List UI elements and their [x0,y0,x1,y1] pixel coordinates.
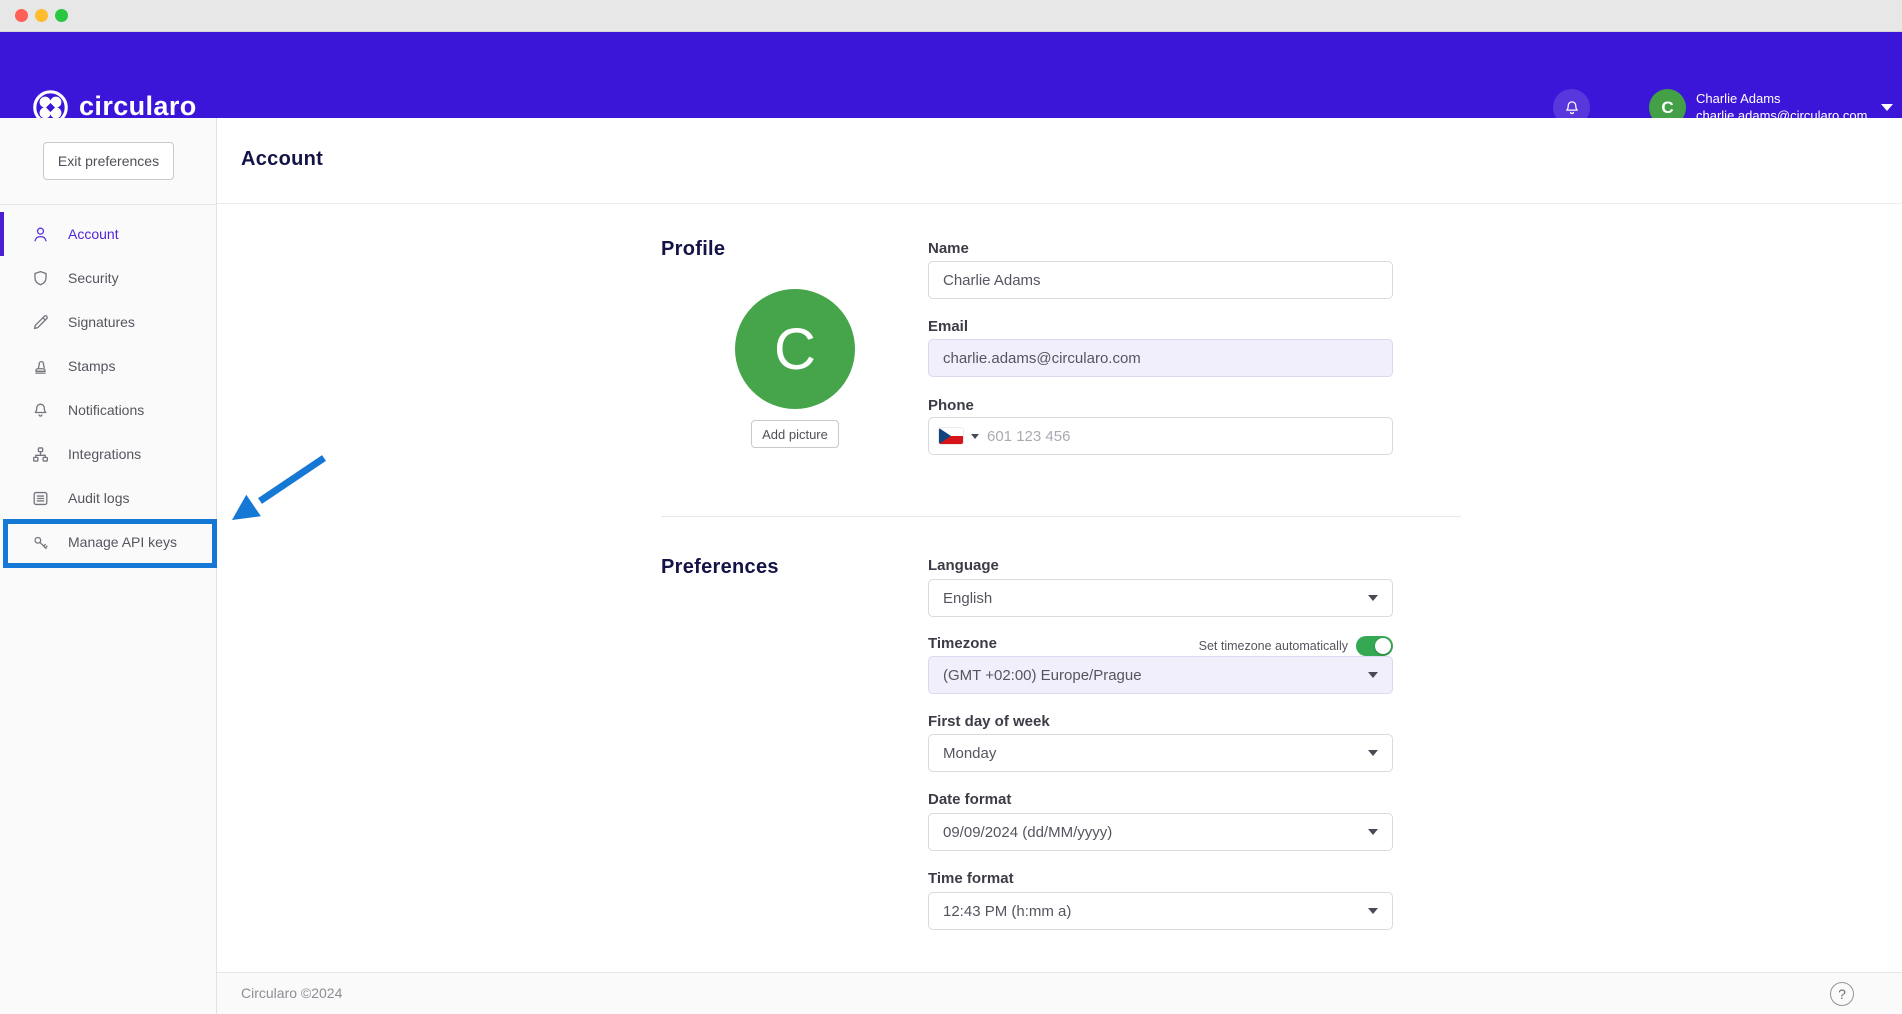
sidebar-nav: Account Security Signatures Stamps Notif… [0,212,216,564]
sidebar-item-notifications[interactable]: Notifications [0,388,216,432]
page-title: Account [241,148,323,171]
chevron-down-icon [1881,104,1893,111]
page-header: Account [217,118,1902,204]
sidebar-item-label: Integrations [68,446,141,462]
sidebar-item-label: Manage API keys [68,534,177,550]
preferences-section-heading: Preferences [661,556,779,579]
sidebar-item-audit-logs[interactable]: Audit logs [0,476,216,520]
maximize-window-button[interactable] [55,9,68,22]
first-day-of-week-value: Monday [943,745,996,762]
set-timezone-automatically-toggle[interactable] [1356,636,1393,656]
first-day-of-week-select[interactable]: Monday [928,734,1393,772]
time-format-label: Time format [928,870,1014,887]
time-format-value: 12:43 PM (h:mm a) [943,903,1071,920]
sidebar-item-label: Security [68,270,119,286]
phone-label: Phone [928,397,974,414]
sidebar-item-integrations[interactable]: Integrations [0,432,216,476]
user-icon [30,224,51,245]
sidebar-item-label: Account [68,226,119,242]
active-indicator [0,212,4,256]
app-window: circularo C Charlie Adams charlie.adams@… [0,0,1902,1014]
sidebar-divider [0,204,216,205]
close-window-button[interactable] [15,9,28,22]
sidebar-item-label: Signatures [68,314,135,330]
add-picture-button[interactable]: Add picture [751,420,839,448]
date-format-label: Date format [928,791,1011,808]
profile-section-heading: Profile [661,238,725,261]
chevron-down-icon [1368,595,1378,601]
sidebar-item-security[interactable]: Security [0,256,216,300]
czech-flag-icon[interactable] [939,428,963,444]
sidebar-item-label: Stamps [68,358,115,374]
chevron-down-icon [1368,829,1378,835]
language-value: English [943,590,992,607]
chevron-down-icon[interactable] [971,434,979,439]
name-label: Name [928,240,969,257]
time-format-select[interactable]: 12:43 PM (h:mm a) [928,892,1393,930]
profile-avatar: C [735,289,855,409]
pencil-icon [30,312,51,333]
bell-icon [30,400,51,421]
sidebar-item-label: Notifications [68,402,144,418]
integrations-icon [30,444,51,465]
toggle-knob [1375,638,1391,654]
footer: Circularo ©2024 ? [217,972,1902,1014]
shield-icon [30,268,51,289]
first-day-of-week-label: First day of week [928,713,1050,730]
sidebar-item-stamps[interactable]: Stamps [0,344,216,388]
exit-preferences-button[interactable]: Exit preferences [43,142,174,180]
timezone-toggle-label: Set timezone automatically [1120,639,1348,653]
timezone-label: Timezone [928,635,997,652]
phone-field[interactable] [987,428,1382,445]
language-select[interactable]: English [928,579,1393,617]
sidebar-item-manage-api-keys[interactable]: Manage API keys [0,520,216,564]
list-icon [30,488,51,509]
chevron-down-icon [1368,750,1378,756]
email-label: Email [928,318,968,335]
phone-field-wrapper [928,417,1393,455]
timezone-select: (GMT +02:00) Europe/Prague [928,656,1393,694]
copyright-text: Circularo ©2024 [241,985,342,1001]
chevron-down-icon [1368,672,1378,678]
stamp-icon [30,356,51,377]
help-button[interactable]: ? [1830,982,1854,1006]
window-titlebar [0,0,1902,32]
date-format-value: 09/09/2024 (dd/MM/yyyy) [943,824,1112,841]
sidebar-item-account[interactable]: Account [0,212,216,256]
app-header: circularo C Charlie Adams charlie.adams@… [0,32,1902,118]
preferences-sidebar: Exit preferences Account Security Signat… [0,118,217,1014]
sidebar-item-label: Audit logs [68,490,129,506]
name-field[interactable] [928,261,1393,299]
annotation-arrow-icon [220,448,345,534]
date-format-select[interactable]: 09/09/2024 (dd/MM/yyyy) [928,813,1393,851]
bell-icon [1562,98,1582,118]
key-icon [30,532,51,553]
language-label: Language [928,557,999,574]
minimize-window-button[interactable] [35,9,48,22]
section-divider [661,516,1461,517]
user-name: Charlie Adams [1696,91,1867,107]
timezone-value: (GMT +02:00) Europe/Prague [943,667,1142,684]
email-field [928,339,1393,377]
sidebar-item-signatures[interactable]: Signatures [0,300,216,344]
chevron-down-icon [1368,908,1378,914]
